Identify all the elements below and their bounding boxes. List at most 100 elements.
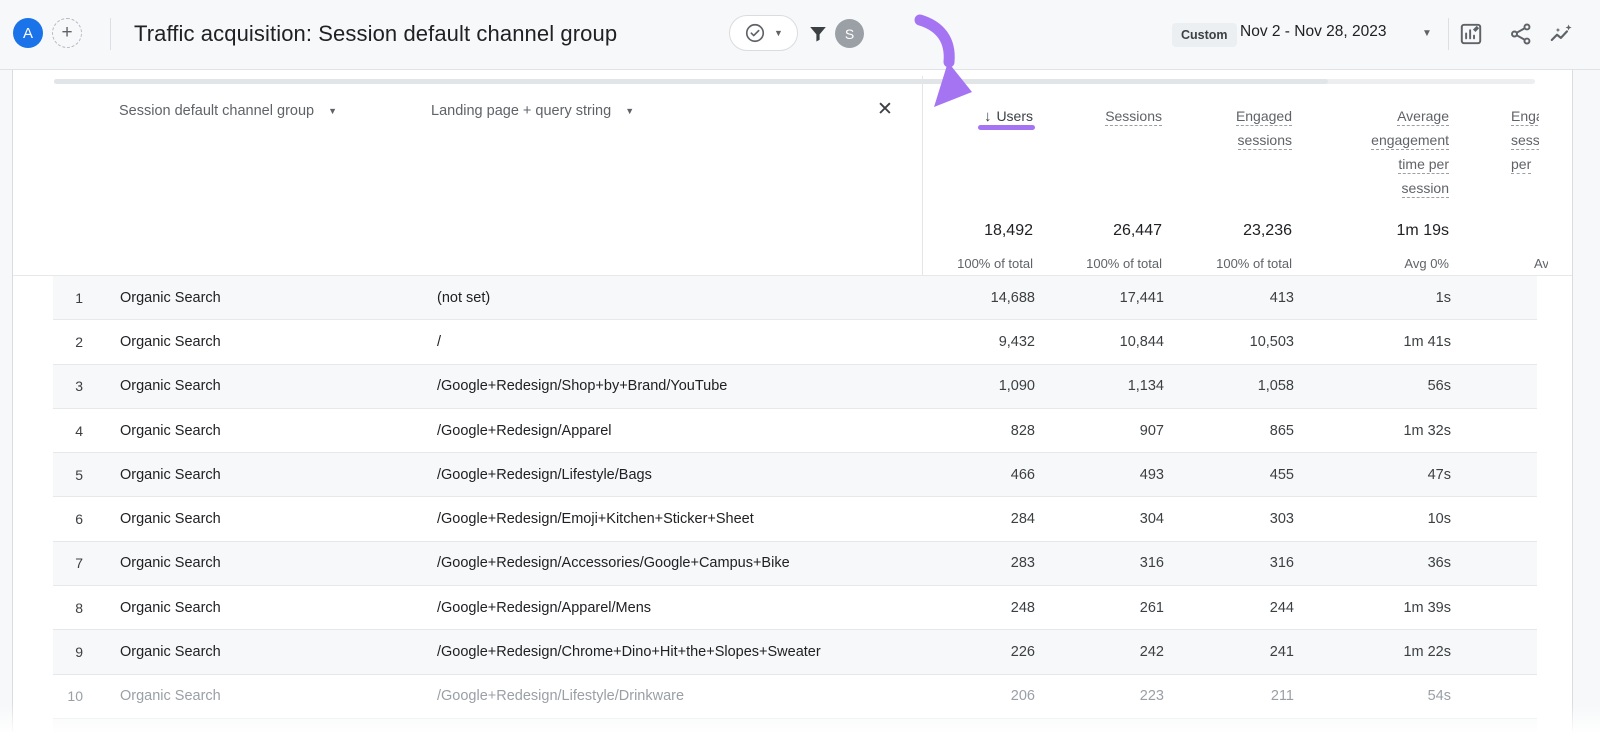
cell-engaged-sessions: 244 xyxy=(1270,600,1294,616)
cell-users: 206 xyxy=(1011,688,1035,704)
totals-sessions: 26,447 100% of total xyxy=(1086,220,1162,271)
cell-sessions: 223 xyxy=(1140,688,1164,704)
data-quality-pill[interactable]: ▼ xyxy=(729,15,798,51)
account-avatar[interactable]: A xyxy=(13,18,43,48)
table-row[interactable]: 7 Organic Search /Google+Redesign/Access… xyxy=(53,542,1537,586)
row-index: 4 xyxy=(53,423,83,439)
divider xyxy=(110,18,111,50)
cell-avg-engagement-time: 1m 39s xyxy=(1403,600,1451,616)
insights-icon[interactable] xyxy=(1548,21,1574,52)
cell-avg-engagement-time: 10s xyxy=(1428,511,1451,527)
cell-landing-page: /Google+Redesign/Chrome+Dino+Hit+the+Slo… xyxy=(437,644,821,660)
column-header-engaged-sessions-per-user[interactable]: Engaged sessions per xyxy=(1511,104,1539,176)
row-index: 9 xyxy=(53,644,83,660)
users-highlight-underline xyxy=(978,125,1035,130)
cell-sessions: 242 xyxy=(1140,644,1164,660)
sort-descending-icon: ↓ xyxy=(984,108,992,125)
report-body: Session default channel group ▼ Landing … xyxy=(0,70,1600,732)
row-index: 1 xyxy=(53,290,83,306)
table-row[interactable]: 6 Organic Search /Google+Redesign/Emoji+… xyxy=(53,497,1537,541)
dimension-header-landing-page[interactable]: Landing page + query string ▼ xyxy=(431,103,634,119)
filter-icon[interactable] xyxy=(806,22,830,51)
cell-landing-page: (not set) xyxy=(437,290,490,306)
cell-avg-engagement-time: 54s xyxy=(1428,688,1451,704)
cell-users: 248 xyxy=(1011,600,1035,616)
cell-channel-group: Organic Search xyxy=(120,600,221,616)
chevron-down-icon[interactable]: ▼ xyxy=(625,106,634,116)
cell-landing-page: /Google+Redesign/Accessories/Google+Camp… xyxy=(437,555,790,571)
row-index: 2 xyxy=(53,334,83,350)
customize-report-icon[interactable] xyxy=(1458,21,1484,52)
partial-next-row xyxy=(53,719,1537,732)
add-comparison-button[interactable]: + xyxy=(52,18,82,48)
cell-landing-page: /Google+Redesign/Lifestyle/Drinkware xyxy=(437,688,684,704)
cell-engaged-sessions: 241 xyxy=(1270,644,1294,660)
sampling-badge[interactable]: S xyxy=(835,19,864,48)
totals-avg-engagement-time: 1m 19s Avg 0% xyxy=(1397,220,1449,271)
cell-sessions: 17,441 xyxy=(1120,290,1164,306)
cell-landing-page: /Google+Redesign/Shop+by+Brand/YouTube xyxy=(437,378,727,394)
column-header-engaged-sessions[interactable]: Engaged sessions xyxy=(1236,104,1292,152)
cell-sessions: 10,844 xyxy=(1120,334,1164,350)
divider xyxy=(1448,18,1449,50)
cell-engaged-sessions: 316 xyxy=(1270,555,1294,571)
cell-sessions: 493 xyxy=(1140,467,1164,483)
cell-channel-group: Organic Search xyxy=(120,555,221,571)
page-title: Traffic acquisition: Session default cha… xyxy=(134,21,617,47)
cell-sessions: 316 xyxy=(1140,555,1164,571)
cell-users: 466 xyxy=(1011,467,1035,483)
cell-sessions: 261 xyxy=(1140,600,1164,616)
row-index: 5 xyxy=(53,467,83,483)
cell-avg-engagement-time: 47s xyxy=(1428,467,1451,483)
horizontal-scrollbar-thumb[interactable] xyxy=(54,79,1328,84)
table-row[interactable]: 3 Organic Search /Google+Redesign/Shop+b… xyxy=(53,365,1537,409)
table-row[interactable]: 9 Organic Search /Google+Redesign/Chrome… xyxy=(53,630,1537,674)
cell-engaged-sessions: 303 xyxy=(1270,511,1294,527)
date-preset-badge: Custom xyxy=(1172,23,1237,47)
column-header-avg-engagement-time[interactable]: Average engagement time per session xyxy=(1371,104,1449,200)
row-index: 6 xyxy=(53,511,83,527)
table-row[interactable]: 2 Organic Search / 9,432 10,844 10,503 1… xyxy=(53,320,1537,364)
table-row[interactable]: 8 Organic Search /Google+Redesign/Appare… xyxy=(53,586,1537,630)
top-bar: A + Traffic acquisition: Session default… xyxy=(0,0,1600,70)
horizontal-scrollbar[interactable] xyxy=(54,79,1535,84)
cell-users: 226 xyxy=(1011,644,1035,660)
cell-engaged-sessions: 455 xyxy=(1270,467,1294,483)
cell-channel-group: Organic Search xyxy=(120,511,221,527)
chevron-down-icon[interactable]: ▼ xyxy=(1422,28,1432,39)
chevron-down-icon: ▼ xyxy=(774,28,783,38)
cell-sessions: 304 xyxy=(1140,511,1164,527)
totals-engaged-sessions: 23,236 100% of total xyxy=(1216,220,1292,271)
table-row[interactable]: 10 Organic Search /Google+Redesign/Lifes… xyxy=(53,675,1537,719)
totals-clipped: Avg 0% xyxy=(1534,256,1548,271)
table-row[interactable]: 4 Organic Search /Google+Redesign/Appare… xyxy=(53,409,1537,453)
date-range-selector[interactable]: Nov 2 - Nov 28, 2023 xyxy=(1240,23,1386,41)
cell-channel-group: Organic Search xyxy=(120,334,221,350)
cell-channel-group: Organic Search xyxy=(120,688,221,704)
cell-users: 284 xyxy=(1011,511,1035,527)
dimension-header-channel-group[interactable]: Session default channel group ▼ xyxy=(119,103,337,119)
cell-users: 283 xyxy=(1011,555,1035,571)
close-icon[interactable]: ✕ xyxy=(877,100,893,120)
cell-engaged-sessions: 865 xyxy=(1270,423,1294,439)
cell-engaged-sessions: 1,058 xyxy=(1258,378,1294,394)
cell-engaged-sessions: 211 xyxy=(1271,688,1294,704)
row-index: 8 xyxy=(53,600,83,616)
cell-avg-engagement-time: 56s xyxy=(1428,378,1451,394)
cell-engaged-sessions: 413 xyxy=(1270,290,1294,306)
column-header-sessions[interactable]: Sessions xyxy=(1105,104,1162,128)
cell-channel-group: Organic Search xyxy=(120,644,221,660)
table-rows: 1 Organic Search (not set) 14,688 17,441… xyxy=(13,275,1572,732)
check-circle-icon xyxy=(744,22,766,44)
cell-channel-group: Organic Search xyxy=(120,290,221,306)
cell-engaged-sessions: 10,503 xyxy=(1250,334,1294,350)
table-row[interactable]: 5 Organic Search /Google+Redesign/Lifest… xyxy=(53,453,1537,497)
table-row[interactable]: 1 Organic Search (not set) 14,688 17,441… xyxy=(53,276,1537,320)
cell-sessions: 1,134 xyxy=(1128,378,1164,394)
row-index: 7 xyxy=(53,555,83,571)
share-icon[interactable] xyxy=(1508,21,1534,52)
cell-avg-engagement-time: 1m 41s xyxy=(1403,334,1451,350)
cell-landing-page: /Google+Redesign/Lifestyle/Bags xyxy=(437,467,652,483)
cell-users: 1,090 xyxy=(999,378,1035,394)
chevron-down-icon[interactable]: ▼ xyxy=(328,106,337,116)
